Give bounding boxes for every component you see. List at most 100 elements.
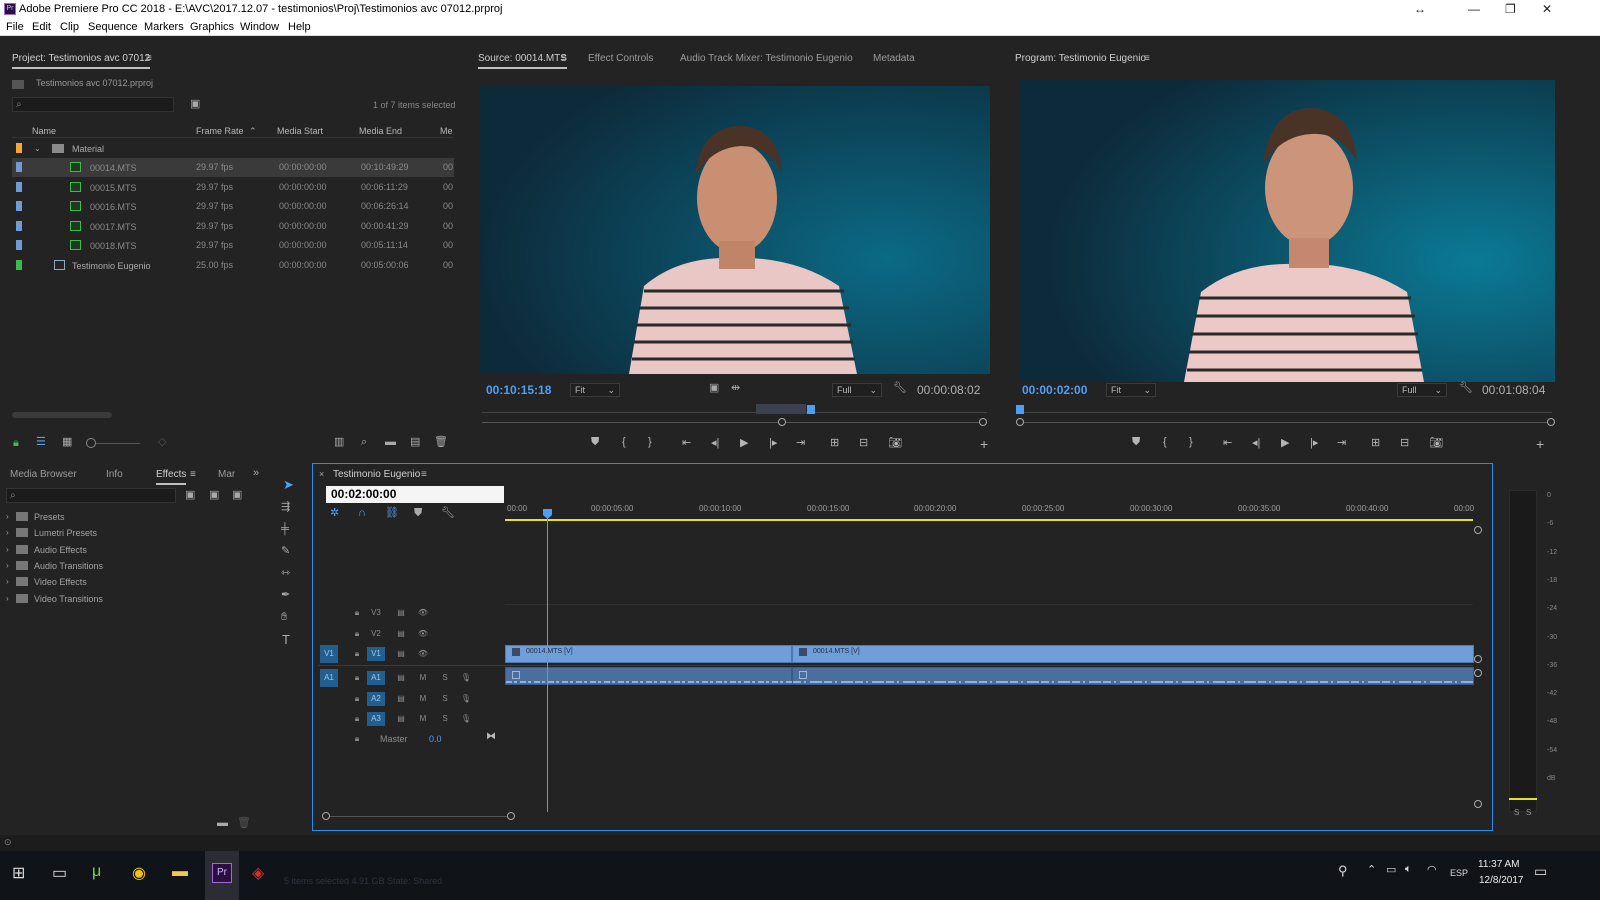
audio-clip-1[interactable] xyxy=(505,667,793,685)
source-patch-v1[interactable]: V1 xyxy=(320,645,338,663)
source-zoom-bar[interactable] xyxy=(482,422,987,423)
lift-button[interactable]: ⊞ xyxy=(1371,436,1380,449)
export-frame-icon[interactable]: 📷︎ xyxy=(1429,436,1443,449)
source-current-timecode[interactable]: 00:10:15:18 xyxy=(486,383,551,397)
pen-tool-icon[interactable]: ✒ xyxy=(281,590,290,601)
effects-search-input[interactable]: ⌕ xyxy=(6,488,176,503)
restore-button[interactable]: ❐ xyxy=(1505,2,1516,16)
menu-clip[interactable]: Clip xyxy=(60,21,79,33)
settings-wrench-icon[interactable]: 🔧︎ xyxy=(893,383,907,394)
volume-icon[interactable]: 🔈︎ xyxy=(1405,863,1412,876)
tab-source[interactable]: Source: 00014.MTS xyxy=(478,53,567,69)
sync-lock-icon[interactable]: ▤ xyxy=(392,692,410,706)
microphone-icon[interactable]: 🎙︎ xyxy=(457,712,475,726)
track-header-v3[interactable]: 🔒︎ V3 ▤ 👁︎ xyxy=(318,603,504,623)
go-to-in-button[interactable]: ⇤ xyxy=(682,436,691,449)
sync-lock-icon[interactable]: ▤ xyxy=(392,671,410,685)
chevron-right-icon[interactable]: › xyxy=(6,528,9,537)
track-header-v2[interactable]: 🔒︎ V2 ▤ 👁︎ xyxy=(318,624,504,644)
timeline-zoom-bar[interactable] xyxy=(327,816,511,817)
project-scrollbar[interactable] xyxy=(12,412,112,418)
more-panels-icon[interactable]: » xyxy=(253,468,259,479)
menu-file[interactable]: File xyxy=(6,21,24,33)
step-back-button[interactable]: ◂| xyxy=(1252,436,1260,449)
work-area-bar[interactable] xyxy=(505,519,1473,521)
action-center-icon[interactable]: ▭ xyxy=(1534,863,1547,880)
chevron-right-icon[interactable]: › xyxy=(6,561,9,570)
program-time-ruler[interactable] xyxy=(1020,412,1552,413)
lock-icon[interactable]: 🔒︎ xyxy=(348,692,366,706)
column-name[interactable]: Name xyxy=(32,126,56,136)
step-forward-button[interactable]: |▸ xyxy=(769,436,777,449)
automate-to-sequence-icon[interactable]: ▥ xyxy=(334,437,344,448)
tab-info[interactable]: Info xyxy=(106,469,123,480)
clip-row[interactable]: 00017.MTS 29.97 fps 00:00:00:00 00:00:41:29… xyxy=(12,217,454,236)
timeline-playhead-line[interactable] xyxy=(547,517,548,812)
solo-left-button[interactable]: S xyxy=(1514,808,1519,817)
chevron-right-icon[interactable]: › xyxy=(6,594,9,603)
new-custom-bin-icon[interactable]: ▬ xyxy=(217,818,228,829)
column-media-start[interactable]: Media Start xyxy=(277,126,323,136)
new-search-bin-icon[interactable]: ▣ xyxy=(190,99,200,110)
people-icon[interactable]: ⚲ xyxy=(1338,863,1348,879)
minimize-button[interactable]: — xyxy=(1468,2,1480,16)
button-editor-plus-icon[interactable]: + xyxy=(980,436,988,452)
lock-icon[interactable]: 🔒︎ xyxy=(348,671,366,685)
sort-icon[interactable]: ◇ xyxy=(158,437,166,448)
track-select-tool-icon[interactable]: ⇶ xyxy=(281,502,290,513)
windows-start-icon[interactable]: ⊞ xyxy=(12,863,25,883)
timeline-ruler[interactable] xyxy=(505,497,1475,517)
overwrite-button[interactable]: ⊟ xyxy=(859,436,868,449)
track-header-master[interactable]: 🔒︎ Master 0.0 ⧓ xyxy=(318,729,504,749)
sequence-timecode-input[interactable]: 00:02:00:00 xyxy=(326,486,504,503)
chevron-right-icon[interactable]: › xyxy=(6,577,9,586)
media-encoder-icon[interactable]: ◈ xyxy=(252,863,264,883)
effects-folder-presets[interactable]: › Presets xyxy=(6,512,65,522)
settings-wrench-icon[interactable]: 🔧︎ xyxy=(1459,383,1473,394)
source-zoom-handle[interactable] xyxy=(778,418,786,426)
solo-button[interactable]: S xyxy=(436,692,454,706)
resize-arrows-icon[interactable]: ↔ xyxy=(1414,2,1426,16)
sequence-row[interactable]: Testimonio Eugenio 25.00 fps 00:00:00:00 00… xyxy=(12,256,454,275)
bin-row-material[interactable]: ⌄ Material xyxy=(12,139,454,158)
drag-video-only-icon[interactable]: ▣ xyxy=(709,383,719,394)
list-view-icon[interactable]: ☰ xyxy=(36,437,46,448)
effects-folder-audio-transitions[interactable]: › Audio Transitions xyxy=(6,560,103,571)
add-marker-button[interactable]: ⛊ xyxy=(591,436,599,449)
master-volume-value[interactable]: 0.0 xyxy=(429,734,442,744)
tab-metadata[interactable]: Metadata xyxy=(873,53,915,64)
track-name[interactable]: A3 xyxy=(367,712,385,726)
lock-icon[interactable]: 🔒︎ xyxy=(348,647,366,661)
video-clip-2[interactable]: 00014.MTS [V] xyxy=(792,645,1474,663)
nest-sequence-icon[interactable]: ✲ xyxy=(330,508,339,519)
program-video-frame[interactable] xyxy=(1019,80,1555,382)
timeline-menu-icon[interactable]: ≡ xyxy=(421,469,427,480)
column-media-extra[interactable]: Me xyxy=(440,126,453,136)
project-search-input[interactable]: ⌕ xyxy=(12,97,174,112)
chevron-down-icon[interactable]: ⌄ xyxy=(34,143,41,154)
tab-project[interactable]: Project: Testimonios avc 07012 xyxy=(12,53,151,69)
chrome-icon[interactable]: ◉ xyxy=(132,863,146,883)
chevron-right-icon[interactable]: › xyxy=(6,512,9,521)
insert-button[interactable]: ⊞ xyxy=(830,436,839,449)
clip-row[interactable]: 00014.MTS 29.97 fps 00:00:00:00 00:10:49:29… xyxy=(12,158,454,177)
razor-tool-icon[interactable]: ✎ xyxy=(281,546,290,557)
trash-icon[interactable]: 🗑︎ xyxy=(434,437,448,448)
go-to-in-button[interactable]: ⇤ xyxy=(1223,436,1232,449)
close-button[interactable]: ✕ xyxy=(1542,2,1552,16)
source-fit-dropdown[interactable]: Fit ⌄ xyxy=(570,383,620,397)
clip-row[interactable]: 00015.MTS 29.97 fps 00:00:00:00 00:06:11:29… xyxy=(12,178,454,197)
effects-folder-video-effects[interactable]: › Video Effects xyxy=(6,577,87,587)
extract-button[interactable]: ⊟ xyxy=(1400,436,1409,449)
track-header-a1[interactable]: A1 🔒︎ A1 ▤ M S 🎙︎ xyxy=(318,668,504,688)
drag-audio-only-icon[interactable]: ⇹ xyxy=(731,383,740,394)
sort-ascending-icon[interactable]: ⌃ xyxy=(249,126,257,137)
menu-graphics[interactable]: Graphics xyxy=(190,21,234,33)
snap-icon[interactable]: ∩ xyxy=(358,508,366,519)
track-header-a3[interactable]: 🔒︎ A3 ▤ M S 🎙︎ xyxy=(318,709,504,729)
find-icon[interactable]: ⌕ xyxy=(361,437,367,448)
eye-icon[interactable]: 👁︎ xyxy=(414,606,432,620)
selection-tool-icon[interactable]: ➤ xyxy=(283,478,294,491)
clip-row[interactable]: 00016.MTS 29.97 fps 00:00:00:00 00:06:26:14… xyxy=(12,197,454,216)
tab-media-browser[interactable]: Media Browser xyxy=(10,469,77,480)
